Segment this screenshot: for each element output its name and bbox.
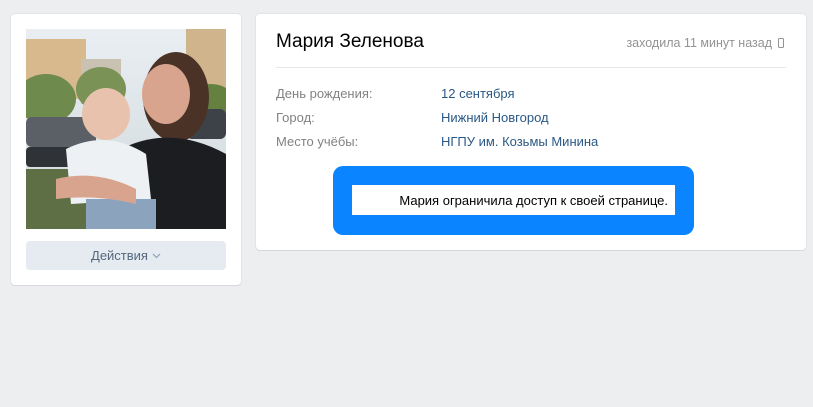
profile-info-card: Мария Зеленова заходила 11 минут назад Д…: [256, 14, 806, 250]
info-value-link[interactable]: 12 сентября: [441, 86, 515, 101]
info-label: Город:: [276, 110, 315, 125]
actions-button[interactable]: Действия: [26, 241, 226, 270]
info-row-city: Город: Нижний Новгород: [276, 110, 549, 125]
mobile-phone-icon: [778, 38, 784, 48]
info-row-education: Место учёбы: НГПУ им. Козьмы Минина: [276, 134, 598, 149]
info-row-birthday: День рождения: 12 сентября: [276, 86, 515, 101]
info-value-link[interactable]: Нижний Новгород: [441, 110, 549, 125]
profile-photo-image: [26, 29, 226, 229]
profile-photo[interactable]: [26, 29, 226, 229]
restricted-access-text: Мария ограничила доступ к своей странице…: [399, 192, 668, 208]
restricted-access-highlight: Мария ограничила доступ к своей странице…: [333, 166, 694, 235]
info-label: Место учёбы:: [276, 134, 359, 149]
profile-photo-card: Действия: [11, 14, 241, 285]
restricted-access-message: Мария ограничила доступ к своей странице…: [352, 185, 675, 215]
info-value-link[interactable]: НГПУ им. Козьмы Минина: [441, 134, 598, 149]
divider: [276, 67, 786, 68]
info-label: День рождения:: [276, 86, 373, 101]
chevron-down-icon: [152, 253, 161, 258]
actions-label: Действия: [91, 248, 148, 263]
last-seen-status: заходила 11 минут назад: [626, 36, 784, 50]
page-title: Мария Зеленова: [276, 31, 424, 52]
last-seen-text: заходила 11 минут назад: [626, 36, 772, 50]
